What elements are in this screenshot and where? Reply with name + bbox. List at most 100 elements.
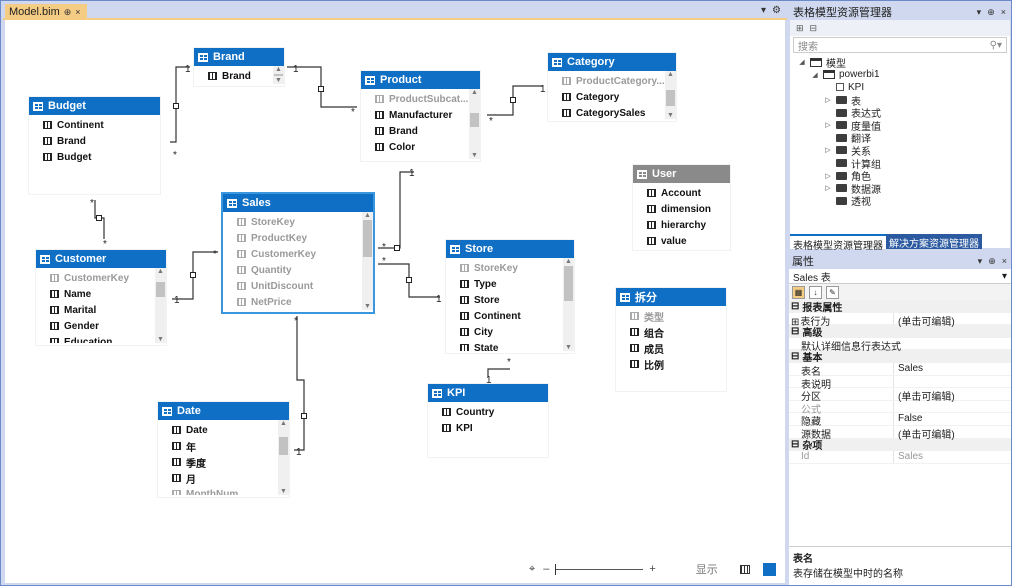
zoom-out-button[interactable]: – <box>543 563 549 575</box>
tree-node[interactable]: ◢ powerbi1 <box>790 69 1010 82</box>
table-customer[interactable]: Customer CustomerKey Name Marital Gender Educ… <box>36 250 166 345</box>
collapse-icon[interactable]: ⊟ <box>791 351 799 362</box>
scroll-down-icon[interactable]: ▼ <box>665 112 676 119</box>
tree-node[interactable]: KPI <box>790 81 1010 94</box>
table-store[interactable]: Store StoreKey Type Store Continent City State… <box>446 240 574 353</box>
relationship-line[interactable] <box>294 316 305 451</box>
diagram-canvas[interactable]: * 1 1 * * 1 * * 1 * * 1 * 1 * 1 1 * Brand Brand ▲ ▼ Budget Con… <box>5 20 785 583</box>
dropdown-icon[interactable]: ▾ <box>978 256 983 267</box>
column-row[interactable]: ProductCategory... <box>548 73 676 89</box>
column-row[interactable]: 季度 <box>158 454 289 470</box>
column-row[interactable]: 年 <box>158 438 289 454</box>
table-brand[interactable]: Brand Brand ▲ ▼ <box>194 48 284 86</box>
column-row[interactable]: StoreKey <box>223 214 373 230</box>
property-category[interactable]: ⊟ 报表属性 <box>789 300 1011 314</box>
table-sales[interactable]: Sales StoreKey ProductKey CustomerKey Quanti… <box>221 192 375 314</box>
column-row[interactable]: Manufacturer <box>361 107 480 123</box>
scroll-thumb[interactable] <box>363 220 372 257</box>
dropdown-icon[interactable]: ▾ <box>761 5 766 16</box>
chevron-down-icon[interactable]: ▾ <box>1002 271 1007 282</box>
collapse-icon[interactable]: ⊟ <box>791 326 799 337</box>
scroll-down-icon[interactable]: ▼ <box>362 303 373 310</box>
column-row[interactable]: MonthNum <box>158 486 289 495</box>
table-header[interactable]: Store <box>446 240 574 258</box>
column-row[interactable]: Category <box>548 89 676 105</box>
expander-icon[interactable]: ▷ <box>824 184 832 192</box>
column-row[interactable]: StoreKey <box>446 260 574 276</box>
column-row[interactable]: dimension <box>633 201 730 217</box>
scroll-up-icon[interactable]: ▲ <box>155 268 166 275</box>
tree-node[interactable]: ▷ 度量值 <box>790 119 1010 133</box>
tree-node[interactable]: 计算组 <box>790 157 1010 171</box>
column-row[interactable]: 成员 <box>616 340 726 356</box>
property-value[interactable]: False <box>894 413 922 425</box>
collapse-icon[interactable]: ⊟ <box>791 301 799 312</box>
column-scrollbar[interactable]: ▲ ▼ <box>665 71 676 119</box>
column-scrollbar[interactable]: ▲ ▼ <box>278 420 289 495</box>
close-icon[interactable]: × <box>75 7 80 17</box>
pin-icon[interactable]: ⊕ <box>64 7 72 18</box>
scroll-thumb[interactable] <box>156 281 165 297</box>
column-row[interactable]: Brand <box>29 133 160 149</box>
column-row[interactable]: Education <box>36 334 166 343</box>
grid-view-icon[interactable] <box>739 564 750 574</box>
column-row[interactable]: City <box>446 324 574 340</box>
column-row[interactable]: NetPrice <box>223 294 373 310</box>
column-row[interactable]: Marital <box>36 302 166 318</box>
column-row[interactable]: KPI <box>428 420 548 436</box>
property-value[interactable]: (单击可编辑) <box>894 426 955 441</box>
scroll-up-icon[interactable]: ▲ <box>469 89 480 96</box>
fit-icon[interactable]: ⌖ <box>529 563 535 576</box>
column-row[interactable]: 比例 <box>616 356 726 372</box>
column-row[interactable]: Gender <box>36 318 166 334</box>
scroll-up-icon[interactable]: ▲ <box>362 212 373 219</box>
column-row[interactable]: UnitDiscount <box>223 278 373 294</box>
tree-node[interactable]: ▷ 数据源 <box>790 182 1010 196</box>
scroll-down-icon[interactable]: ▼ <box>469 152 480 159</box>
column-row[interactable]: value <box>633 233 730 248</box>
categorized-icon[interactable]: ▦ <box>792 285 805 299</box>
tree-node[interactable]: ▷ 关系 <box>790 144 1010 158</box>
scroll-up-icon[interactable]: ▲ <box>563 258 574 265</box>
column-row[interactable]: 类型 <box>616 308 726 324</box>
property-row[interactable]: Id Sales <box>789 451 1011 464</box>
scroll-down-icon[interactable]: ▼ <box>155 336 166 343</box>
column-row[interactable]: State <box>446 340 574 351</box>
table-header[interactable]: KPI <box>428 384 548 402</box>
scroll-down-icon[interactable]: ▼ <box>563 344 574 351</box>
tree-node[interactable]: ▷ 表 <box>790 94 1010 108</box>
tab-solution-explorer[interactable]: 解决方案资源管理器 <box>886 234 982 250</box>
property-value[interactable]: Sales <box>894 451 923 463</box>
scroll-thumb[interactable] <box>564 266 573 301</box>
property-row[interactable]: 表名 Sales <box>789 362 1011 378</box>
alphabetical-icon[interactable]: ↓ <box>809 285 822 299</box>
column-row[interactable]: ProductSubcat... <box>361 91 480 107</box>
table-budget[interactable]: Budget Continent Brand Budget <box>29 97 160 194</box>
property-row[interactable]: 表说明 <box>789 375 1011 391</box>
column-row[interactable]: ... <box>361 155 480 160</box>
tree-node[interactable]: 透视 <box>790 195 1010 208</box>
diagram-view-icon[interactable] <box>761 561 777 577</box>
expander-icon[interactable]: ◢ <box>798 58 806 66</box>
table-header[interactable]: Budget <box>29 97 160 115</box>
table-header[interactable]: 拆分 <box>616 288 726 306</box>
table-header[interactable]: Category <box>548 53 676 71</box>
property-value[interactable] <box>894 376 898 388</box>
table-product[interactable]: Product ProductSubcat... Manufacturer Brand… <box>361 71 480 161</box>
column-row[interactable]: Quantity <box>223 262 373 278</box>
table-header[interactable]: Brand <box>194 48 284 66</box>
tree-node[interactable]: 翻译 <box>790 132 1010 145</box>
column-row[interactable]: 组合 <box>616 324 726 340</box>
table-header[interactable]: Sales <box>223 194 373 212</box>
pin-icon[interactable]: ⊕ <box>988 256 996 267</box>
zoom-in-button[interactable]: + <box>649 563 655 575</box>
scroll-up-icon[interactable]: ▲ <box>278 420 289 427</box>
expander-icon[interactable]: ▷ <box>824 146 832 154</box>
column-row[interactable]: Country <box>428 404 548 420</box>
column-row[interactable]: hierarchy <box>633 217 730 233</box>
scroll-down-icon[interactable]: ▼ <box>273 77 284 84</box>
explorer-search[interactable]: 搜索 ⚲▾ <box>793 37 1007 53</box>
collapse-icon[interactable]: ⊟ <box>810 23 818 34</box>
expander-icon[interactable]: ◢ <box>811 71 819 79</box>
column-row[interactable]: Store <box>446 292 574 308</box>
